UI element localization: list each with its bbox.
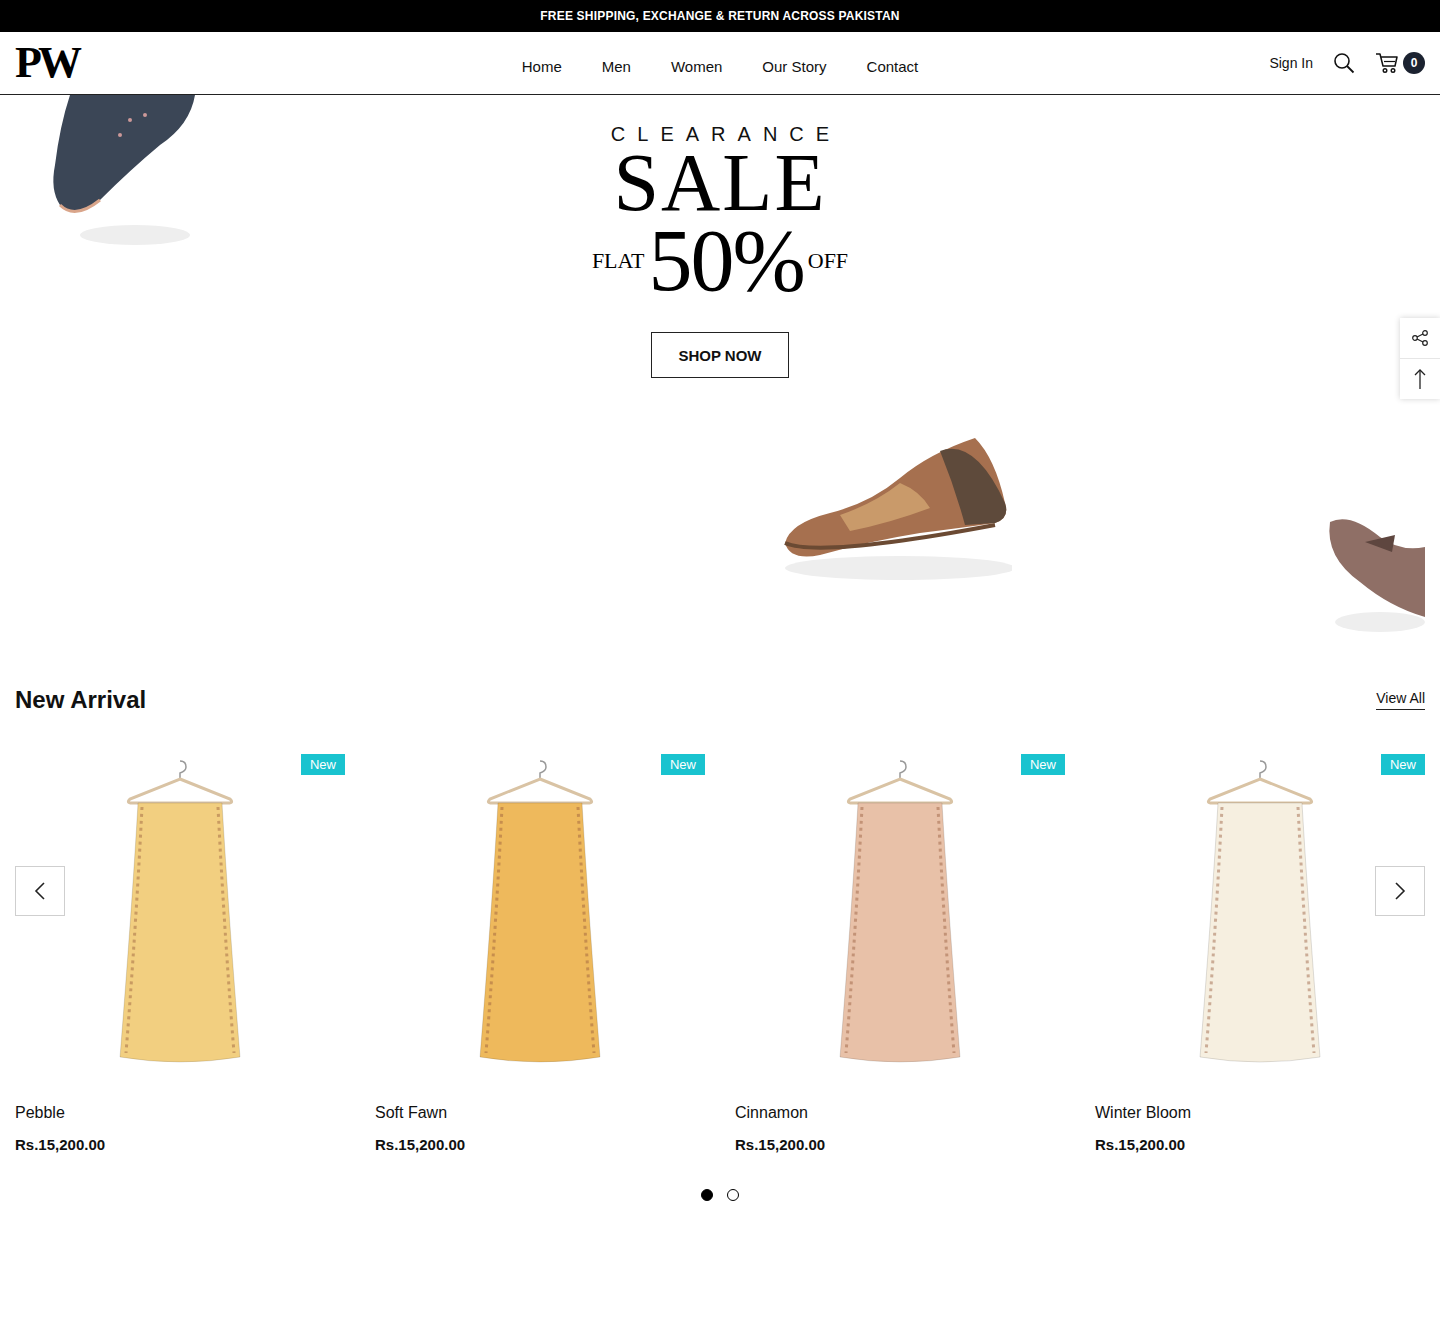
- header-actions: Sign In 0: [918, 52, 1425, 74]
- sale-heading: SALE: [614, 145, 827, 221]
- product-name[interactable]: Winter Bloom: [1095, 1104, 1425, 1122]
- view-all-link[interactable]: View All: [1376, 690, 1425, 710]
- product-name[interactable]: Soft Fawn: [375, 1104, 705, 1122]
- product-card[interactable]: New Pebble Rs.15,200.00: [15, 752, 345, 1153]
- product-name[interactable]: Cinnamon: [735, 1104, 1065, 1122]
- carousel-dot[interactable]: [701, 1189, 713, 1201]
- share-icon[interactable]: [1411, 329, 1429, 347]
- product-image-box[interactable]: New: [1095, 752, 1425, 1082]
- product-price: Rs.15,200.00: [375, 1136, 705, 1153]
- off-label: OFF: [808, 221, 848, 301]
- hero-banner: CLEARANCESALEFLAT50%OFF SHOP NOW: [0, 95, 1440, 660]
- chevron-left-icon[interactable]: [34, 881, 46, 901]
- nav-item[interactable]: Women: [671, 58, 722, 75]
- nav-item[interactable]: Men: [602, 58, 631, 75]
- new-badge: New: [1021, 754, 1065, 775]
- shoe-image: [780, 433, 1012, 593]
- clearance-label: CLEARANCE: [599, 123, 841, 145]
- new-badge: New: [661, 754, 705, 775]
- prev-button[interactable]: [15, 866, 65, 916]
- new-badge: New: [1381, 754, 1425, 775]
- logo-wrap: PW: [15, 41, 522, 85]
- new-badge: New: [301, 754, 345, 775]
- main-nav: Home Men Women Our Story Contact: [522, 52, 919, 75]
- discount-row: FLAT50%OFF: [592, 221, 848, 301]
- nav-item[interactable]: Our Story: [762, 58, 826, 75]
- logo[interactable]: PW: [15, 38, 78, 87]
- new-arrival-section: New Arrival View All New Pebble Rs.15,200.00…: [0, 660, 1440, 1201]
- flat-label: FLAT: [592, 221, 645, 301]
- cart-icon[interactable]: [1375, 52, 1399, 74]
- product-card[interactable]: New Soft Fawn Rs.15,200.00: [375, 752, 705, 1153]
- product-card[interactable]: New Cinnamon Rs.15,200.00: [735, 752, 1065, 1153]
- sign-in-link[interactable]: Sign In: [1269, 55, 1313, 71]
- cart-count-badge: 0: [1403, 52, 1425, 74]
- shop-now-button[interactable]: SHOP NOW: [651, 332, 789, 378]
- carousel-dot[interactable]: [727, 1189, 739, 1201]
- site-header: PW Home Men Women Our Story Contact Sign In 0: [0, 32, 1440, 95]
- product-image[interactable]: [800, 757, 1000, 1077]
- shoe-image: [50, 95, 200, 255]
- product-image[interactable]: [80, 757, 280, 1077]
- sale-graphic: CLEARANCESALEFLAT50%OFF SHOP NOW: [0, 95, 1440, 378]
- next-button[interactable]: [1375, 866, 1425, 916]
- nav-item[interactable]: Home: [522, 58, 562, 75]
- share-button[interactable]: [1400, 318, 1440, 358]
- product-image[interactable]: [1160, 757, 1360, 1077]
- product-image[interactable]: [440, 757, 640, 1077]
- product-price: Rs.15,200.00: [1095, 1136, 1425, 1153]
- announcement-bar: FREE SHIPPING, EXCHANGE & RETURN ACROSS …: [0, 0, 1440, 32]
- carousel-dots: [15, 1189, 1425, 1201]
- search-icon[interactable]: [1333, 52, 1355, 74]
- discount-value: 50%: [648, 221, 803, 301]
- product-image-box[interactable]: New: [15, 752, 345, 1082]
- arrow-up-icon[interactable]: [1413, 368, 1427, 390]
- chevron-right-icon[interactable]: [1394, 881, 1406, 901]
- product-name[interactable]: Pebble: [15, 1104, 345, 1122]
- product-image-box[interactable]: New: [735, 752, 1065, 1082]
- nav-item[interactable]: Contact: [867, 58, 919, 75]
- side-toolbar: [1400, 318, 1440, 399]
- product-carousel: New Pebble Rs.15,200.00 New Soft Fawn Rs.15,2…: [15, 752, 1425, 1153]
- section-header: New Arrival View All: [15, 660, 1425, 714]
- product-card[interactable]: New Winter Bloom Rs.15,200.00: [1095, 752, 1425, 1153]
- product-price: Rs.15,200.00: [15, 1136, 345, 1153]
- cart-button[interactable]: 0: [1375, 52, 1425, 74]
- back-to-top-button[interactable]: [1400, 358, 1440, 399]
- announcement-text: FREE SHIPPING, EXCHANGE & RETURN ACROSS …: [540, 9, 899, 23]
- product-image-box[interactable]: New: [375, 752, 705, 1082]
- shoe-image: [1320, 507, 1425, 637]
- product-price: Rs.15,200.00: [735, 1136, 1065, 1153]
- section-title: New Arrival: [15, 686, 146, 714]
